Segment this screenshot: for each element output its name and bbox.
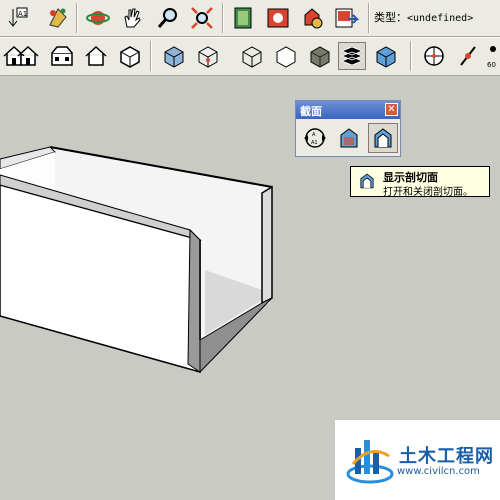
panel-title: 截面 <box>300 105 322 118</box>
toolbar-separator <box>222 3 224 33</box>
views-toolbar: 60 <box>0 37 500 76</box>
paint-bucket-icon[interactable] <box>44 4 72 32</box>
look-around-icon[interactable] <box>454 42 482 70</box>
section-panel: 截面 ✕ A A1 <box>295 100 401 157</box>
close-icon[interactable]: ✕ <box>385 103 398 116</box>
svg-text:A: A <box>312 132 316 138</box>
display-section-cuts-icon[interactable] <box>368 123 398 153</box>
watermark-site-name: 土木工程网 <box>399 446 494 467</box>
tooltip: 显示剖切面 打开和关闭剖切面。 <box>350 166 490 198</box>
hidden-line-icon[interactable] <box>194 42 222 70</box>
warehouse-icon[interactable] <box>264 4 292 32</box>
back-view-icon[interactable] <box>82 42 110 70</box>
panel-titlebar[interactable]: 截面 ✕ <box>296 101 400 119</box>
type-label: 类型： <box>374 11 407 24</box>
map-book-icon[interactable] <box>230 4 258 32</box>
svg-text:A1: A1 <box>311 140 318 146</box>
export-icon[interactable] <box>332 4 360 32</box>
main-toolbar: A1 类型：<undefined> <box>0 0 500 37</box>
front-view-icon[interactable] <box>14 42 42 70</box>
model-viewport[interactable] <box>0 74 500 424</box>
shaded-texture-icon[interactable] <box>272 42 300 70</box>
components-icon[interactable] <box>298 4 326 32</box>
display-section-cuts-icon <box>360 173 374 189</box>
right-view-icon[interactable] <box>48 42 76 70</box>
zoom-extents-icon[interactable] <box>188 4 216 32</box>
iso-cube-icon[interactable] <box>116 42 144 70</box>
axes-text-icon[interactable]: A1 <box>2 4 30 32</box>
wireframe-icon[interactable] <box>160 42 188 70</box>
display-section-planes-icon[interactable] <box>334 123 364 153</box>
monochrome-icon[interactable] <box>306 42 334 70</box>
zoom-icon[interactable] <box>154 4 182 32</box>
orbit-icon[interactable] <box>84 4 112 32</box>
pan-hand-icon[interactable] <box>118 4 146 32</box>
watermark-logo-icon <box>346 440 394 484</box>
type-value: <undefined> <box>407 13 474 24</box>
position-camera-icon[interactable] <box>420 42 448 70</box>
toolbar-separator <box>368 3 370 33</box>
walk-person-icon[interactable]: 60 <box>486 42 500 70</box>
tooltip-description: 打开和关闭剖切面。 <box>383 187 473 198</box>
toolbar-separator <box>76 3 78 33</box>
section-plane-icon[interactable]: A A1 <box>300 123 330 153</box>
svg-text:A1: A1 <box>18 10 27 18</box>
watermark: 土木工程网 www.civilcn.com <box>335 420 500 500</box>
shaded-icon[interactable] <box>238 42 266 70</box>
xray-icon[interactable] <box>338 42 366 70</box>
toolbar-separator <box>150 41 152 71</box>
right-wall <box>261 185 273 305</box>
watermark-url: www.civilcn.com <box>397 466 480 477</box>
toolbar-separator <box>410 41 412 71</box>
type-readout: 类型：<undefined> <box>374 9 473 25</box>
walk-icon[interactable] <box>372 42 400 70</box>
svg-text:60: 60 <box>487 61 496 69</box>
front-panel-edge <box>187 228 201 373</box>
